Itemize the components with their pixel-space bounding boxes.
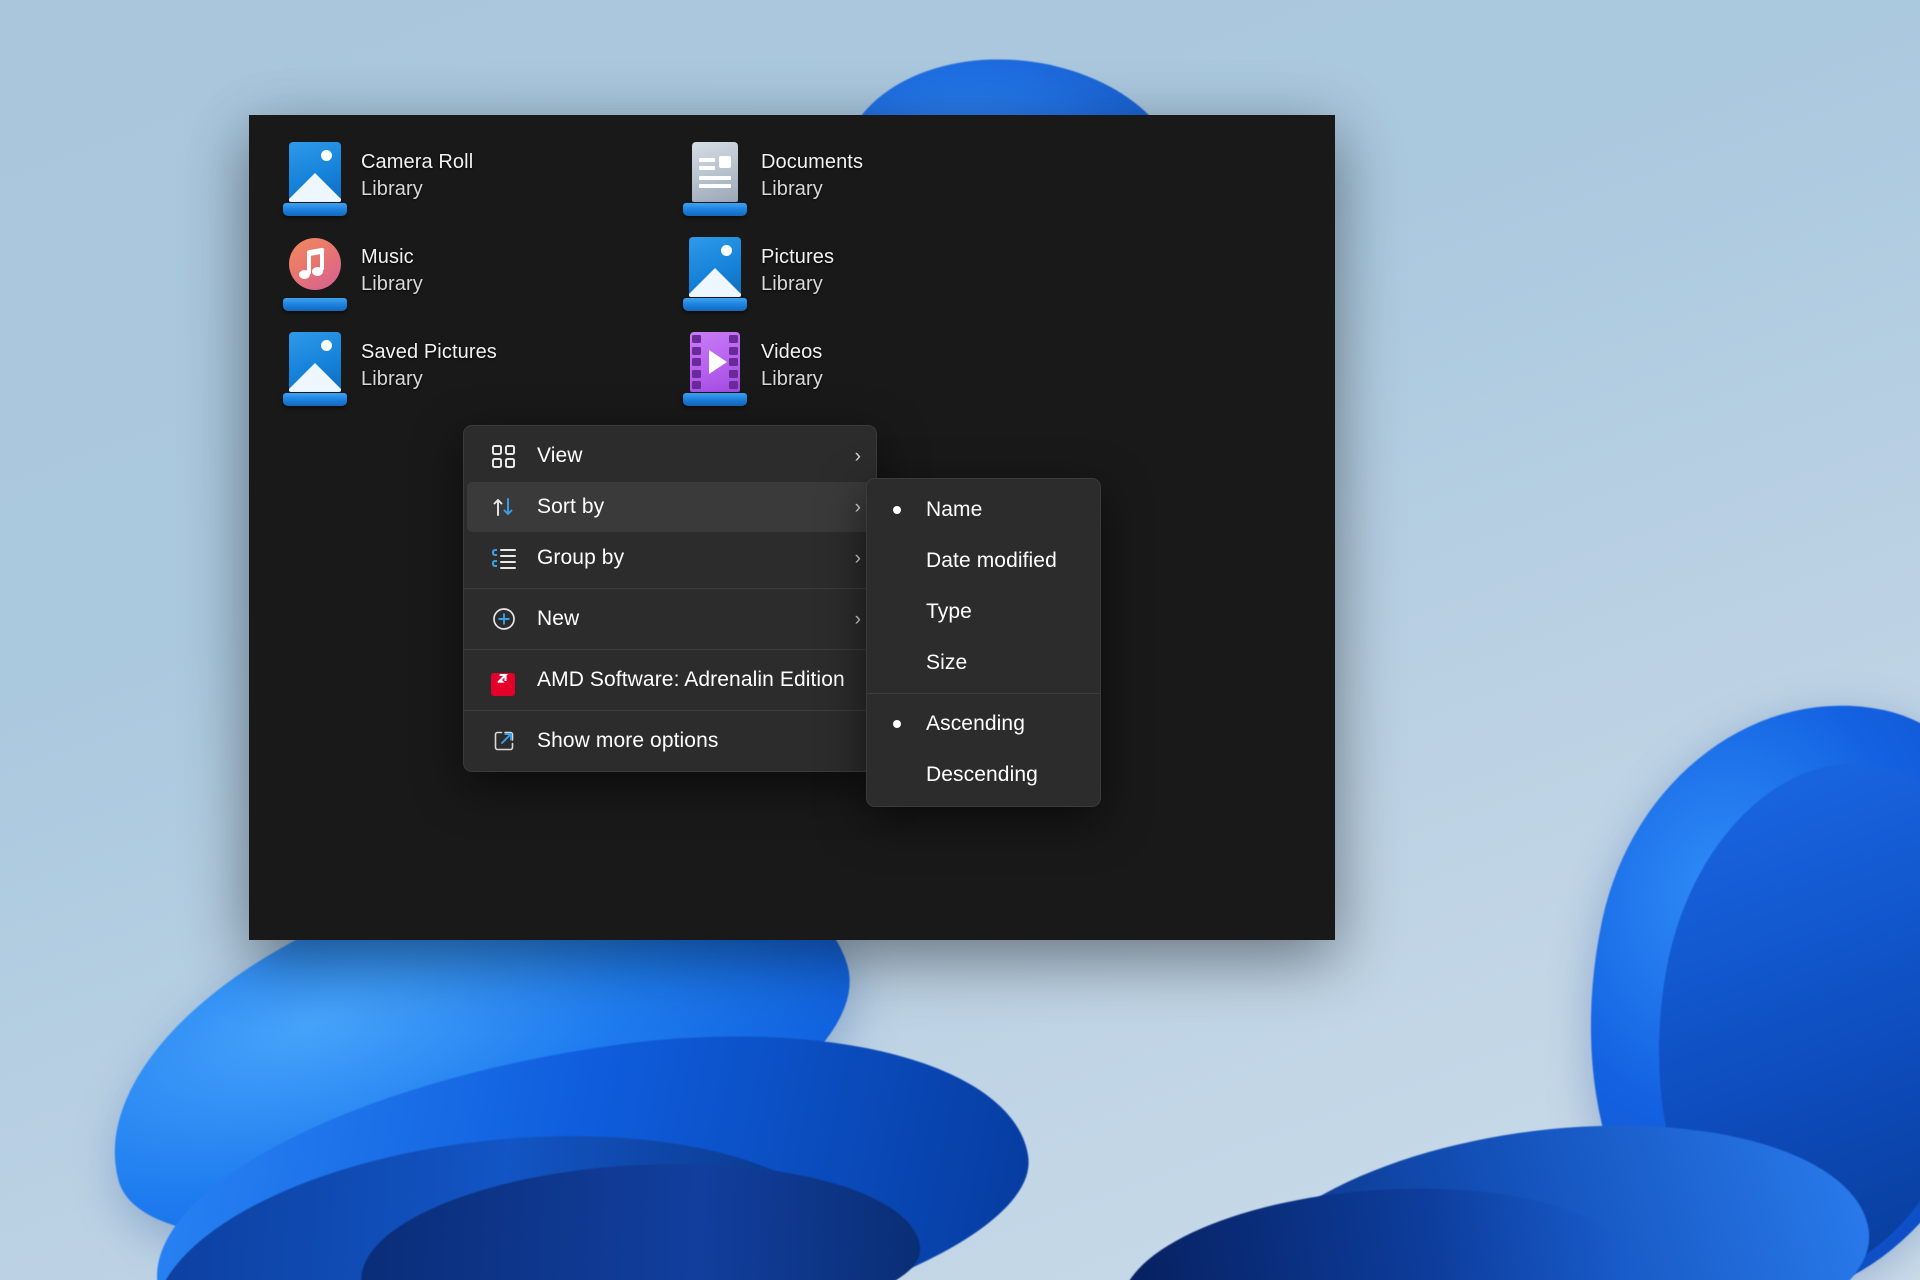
- library-row: Music Library Pictures Library: [281, 228, 1301, 323]
- picture-library-icon: [281, 140, 349, 216]
- submenu-item-label: Name: [926, 498, 983, 521]
- sort-arrows-icon: [491, 494, 517, 520]
- library-item-title: Music: [361, 246, 414, 268]
- library-item-subtitle: Library: [761, 273, 823, 295]
- view-grid-icon: [491, 443, 517, 469]
- context-menu-item-label: AMD Software: Adrenalin Edition: [537, 668, 845, 691]
- submenu-item-label: Type: [926, 600, 972, 623]
- sort-by-submenu[interactable]: Name Date modified Type Size Ascending D…: [866, 478, 1101, 807]
- library-item-videos[interactable]: Videos Library: [681, 323, 1081, 418]
- library-item-subtitle: Library: [761, 178, 823, 200]
- menu-separator: [464, 710, 876, 711]
- library-item-title: Camera Roll: [361, 151, 474, 173]
- chevron-right-icon: ›: [854, 445, 861, 467]
- context-menu-item-new[interactable]: New ›: [467, 594, 873, 644]
- radio-unselected-icon: [886, 550, 908, 572]
- submenu-item-label: Ascending: [926, 712, 1025, 735]
- context-menu-item-label: Show more options: [537, 729, 719, 752]
- desktop-background[interactable]: Camera Roll Library Documents Library Mu…: [0, 0, 1920, 1280]
- show-more-options-icon: [491, 728, 517, 754]
- submenu-item-type[interactable]: Type: [870, 587, 1097, 637]
- submenu-item-label: Descending: [926, 763, 1038, 786]
- context-menu-item-label: Group by: [537, 546, 625, 569]
- radio-selected-icon: [886, 499, 908, 521]
- library-item-title: Documents: [761, 151, 864, 173]
- context-menu-item-sort-by[interactable]: Sort by ›: [467, 482, 873, 532]
- context-menu-item-label: View: [537, 444, 583, 467]
- radio-unselected-icon: [886, 652, 908, 674]
- context-menu-item-label: New: [537, 607, 580, 630]
- submenu-item-name[interactable]: Name: [870, 485, 1097, 535]
- submenu-item-label: Size: [926, 651, 968, 674]
- library-items-grid: Camera Roll Library Documents Library Mu…: [281, 133, 1301, 418]
- library-row: Camera Roll Library Documents Library: [281, 133, 1301, 228]
- library-item-title: Pictures: [761, 246, 835, 268]
- document-library-icon: [681, 140, 749, 216]
- submenu-item-date-modified[interactable]: Date modified: [870, 536, 1097, 586]
- submenu-item-size[interactable]: Size: [870, 638, 1097, 688]
- menu-separator: [464, 649, 876, 650]
- radio-unselected-icon: [886, 764, 908, 786]
- submenu-item-ascending[interactable]: Ascending: [870, 699, 1097, 749]
- new-plus-circle-icon: [491, 606, 517, 632]
- library-item-saved-pictures[interactable]: Saved Pictures Library: [281, 323, 681, 418]
- context-menu-item-show-more-options[interactable]: Show more options: [467, 716, 873, 766]
- menu-separator: [464, 588, 876, 589]
- library-item-subtitle: Library: [361, 178, 423, 200]
- submenu-separator: [867, 693, 1100, 694]
- picture-library-icon: [681, 235, 749, 311]
- library-item-camera-roll[interactable]: Camera Roll Library: [281, 133, 681, 228]
- radio-unselected-icon: [886, 601, 908, 623]
- context-menu-item-amd-software[interactable]: AMD Software: Adrenalin Edition: [467, 655, 873, 705]
- chevron-right-icon: ›: [854, 547, 861, 569]
- radio-selected-icon: [886, 713, 908, 735]
- library-item-documents[interactable]: Documents Library: [681, 133, 1081, 228]
- library-item-subtitle: Library: [361, 273, 423, 295]
- group-list-icon: [491, 545, 517, 571]
- context-menu-item-group-by[interactable]: Group by ›: [467, 533, 873, 583]
- amd-logo-icon: [491, 667, 517, 696]
- picture-library-icon: [281, 330, 349, 406]
- library-item-title: Videos: [761, 341, 823, 363]
- library-row: Saved Pictures Library Videos Library: [281, 323, 1301, 418]
- submenu-item-descending[interactable]: Descending: [870, 750, 1097, 800]
- music-library-icon: [281, 235, 349, 311]
- library-item-music[interactable]: Music Library: [281, 228, 681, 323]
- library-item-subtitle: Library: [761, 368, 823, 390]
- library-item-title: Saved Pictures: [361, 341, 497, 363]
- library-item-subtitle: Library: [361, 368, 423, 390]
- library-item-pictures[interactable]: Pictures Library: [681, 228, 1081, 323]
- submenu-item-label: Date modified: [926, 549, 1057, 572]
- chevron-right-icon: ›: [854, 496, 861, 518]
- chevron-right-icon: ›: [854, 608, 861, 630]
- context-menu-item-view[interactable]: View ›: [467, 431, 873, 481]
- context-menu-item-label: Sort by: [537, 495, 605, 518]
- video-library-icon: [681, 330, 749, 406]
- context-menu[interactable]: View › Sort by › Group by › New › AMD So…: [463, 425, 877, 772]
